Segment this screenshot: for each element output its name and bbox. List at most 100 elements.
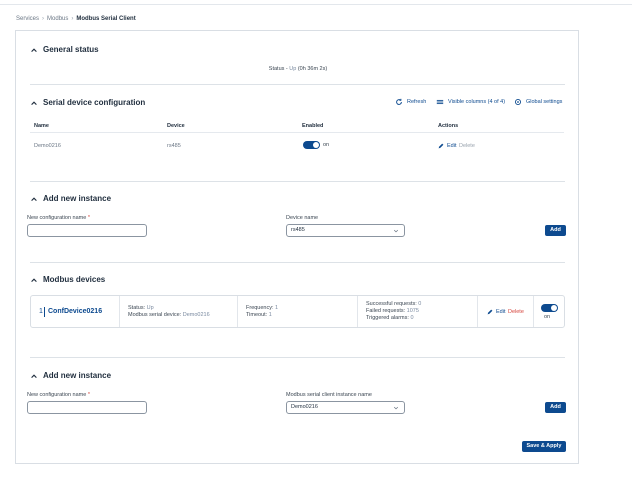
breadcrumb-services[interactable]: Services (16, 16, 39, 22)
device-serial-value: Demo0216 (182, 312, 210, 318)
col-header-enabled: Enabled (302, 123, 324, 129)
device-toggle-label: on (544, 314, 551, 320)
device-name-value: rs485 (291, 227, 305, 233)
device-status-block: Status: Up Modbus serial device: Demo021… (128, 305, 210, 319)
breadcrumb-current: Modbus Serial Client (76, 16, 136, 22)
table-header-divider (30, 132, 564, 133)
status-line: Status - Up (0h 36m 2s) (16, 66, 580, 72)
device-delete-button[interactable]: Delete (508, 309, 524, 315)
device-index-bar (44, 307, 45, 317)
general-status-header[interactable]: General status (30, 45, 99, 54)
frequency-label: Frequency: (246, 305, 274, 311)
row-enabled-label: on (323, 142, 330, 148)
client-instance-select[interactable]: Demo0216 (286, 401, 405, 414)
section-divider (30, 181, 565, 182)
chevron-up-icon (31, 196, 37, 201)
device-stats-block: Successful requests: 0 Failed requests: … (366, 301, 421, 322)
gear-icon (514, 98, 522, 106)
timeout-label: Timeout: (246, 312, 268, 318)
col-header-actions: Actions (438, 123, 459, 129)
timeout-value: 1 (268, 312, 272, 318)
card-divider (477, 296, 478, 327)
pencil-icon (487, 309, 493, 315)
device-name-label: Device name (286, 215, 319, 221)
columns-icon (436, 99, 444, 105)
card-divider (533, 296, 534, 327)
client-instance-label: Modbus serial client instance name (286, 392, 372, 398)
section-divider (30, 84, 565, 85)
general-status-title: General status (43, 45, 99, 54)
status-separator: - (285, 66, 288, 72)
new-config-name-text: New configuration name (27, 215, 87, 221)
device-edit-button[interactable]: Edit (487, 309, 505, 315)
card-divider (119, 296, 120, 327)
modbus-device-card: 1 ConfDevice0216 Status: Up Modbus seria… (30, 295, 565, 328)
save-apply-button[interactable]: Save & Apply (522, 441, 566, 452)
modbus-devices-header[interactable]: Modbus devices (30, 275, 105, 284)
new-config-name-text-2: New configuration name (27, 392, 87, 398)
chevron-up-icon (31, 277, 37, 282)
row-edit-button[interactable]: Edit (438, 143, 456, 149)
main-panel: General status Status - Up (0h 36m 2s) S… (15, 30, 579, 464)
refresh-button[interactable]: Refresh (395, 98, 426, 106)
refresh-label: Refresh (407, 99, 427, 105)
breadcrumb: Services › Modbus › Modbus Serial Client (16, 16, 136, 22)
add-instance-title-2: Add new instance (43, 371, 112, 380)
device-edit-label: Edit (496, 309, 506, 315)
serial-config-header[interactable]: Serial device configuration (30, 98, 145, 107)
modbus-devices-title: Modbus devices (43, 275, 106, 284)
failed-label: Failed requests: (366, 308, 406, 314)
row-delete-button[interactable]: Delete (459, 143, 475, 149)
status-label: Status (268, 66, 285, 72)
chevron-up-icon (31, 47, 37, 52)
section-divider (30, 262, 565, 263)
global-settings-label: Global settings (526, 99, 563, 105)
serial-config-title: Serial device configuration (43, 98, 146, 107)
add-instance-title: Add new instance (43, 194, 112, 203)
success-label: Successful requests: (366, 301, 417, 307)
col-header-name: Name (34, 123, 49, 129)
refresh-icon (396, 98, 402, 105)
failed-value: 1075 (406, 308, 419, 314)
new-config-name-input-2[interactable] (27, 401, 147, 414)
add-button-2[interactable]: Add (545, 402, 566, 413)
alarms-label: Triggered alarms: (366, 315, 409, 321)
card-divider (237, 296, 238, 327)
visible-columns-label: Visible columns (4 of 4) (448, 99, 506, 105)
add-button[interactable]: Add (545, 225, 566, 236)
chevron-up-icon (31, 373, 37, 378)
status-uptime: (0h 36m 2s) (297, 66, 328, 72)
add-instance-header[interactable]: Add new instance (30, 194, 111, 203)
required-mark: * (87, 392, 90, 398)
new-config-name-input[interactable] (27, 224, 147, 237)
breadcrumb-modbus[interactable]: Modbus (47, 16, 68, 22)
add-instance-header-2[interactable]: Add new instance (30, 371, 111, 380)
success-value: 0 (418, 301, 422, 307)
global-settings-button[interactable]: Global settings (514, 98, 562, 106)
device-enabled-toggle[interactable] (541, 304, 558, 312)
visible-columns-button[interactable]: Visible columns (4 of 4) (436, 98, 505, 106)
alarms-value: 0 (410, 315, 414, 321)
chevron-down-icon (393, 406, 399, 410)
section-divider (30, 357, 565, 358)
required-mark: * (87, 215, 90, 221)
status-value: Up (289, 66, 297, 72)
chevron-up-icon (31, 100, 37, 105)
top-bar-line (0, 0, 632, 5)
new-config-name-label-2: New configuration name * (27, 392, 90, 398)
row-name: Demo0216 (34, 143, 61, 149)
row-enabled-toggle[interactable] (303, 141, 320, 149)
device-serial-label: Modbus serial device: (128, 312, 182, 318)
device-name-link[interactable]: ConfDevice0216 (48, 308, 102, 315)
chevron-down-icon (393, 229, 399, 233)
card-divider (357, 296, 358, 327)
pencil-icon (438, 143, 444, 149)
row-device: rs485 (167, 143, 181, 149)
device-status-value: Up (146, 305, 154, 311)
frequency-value: 1 (275, 305, 279, 311)
col-header-device: Device (167, 123, 185, 129)
device-name-select[interactable]: rs485 (286, 224, 405, 237)
chevron-right-icon: › (42, 16, 45, 22)
row-edit-label: Edit (447, 143, 457, 149)
new-config-name-label: New configuration name * (27, 215, 90, 221)
